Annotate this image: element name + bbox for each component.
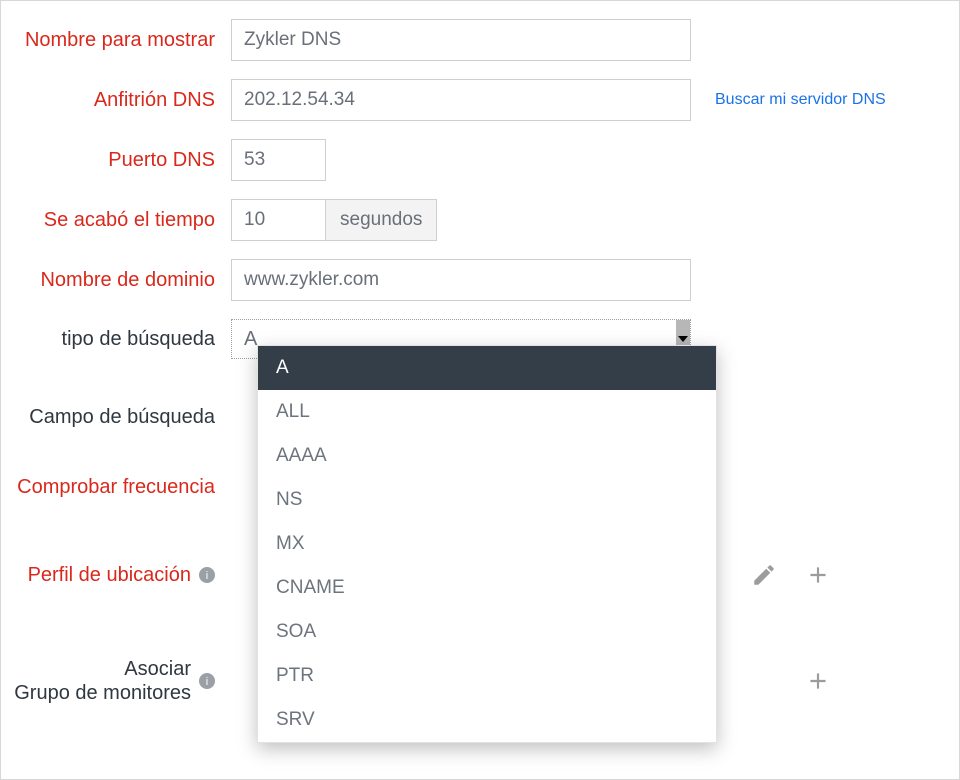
timeout-unit-label: segundos (325, 199, 437, 241)
svg-text:i: i (206, 570, 208, 582)
dns-host-input[interactable] (231, 79, 691, 121)
search-type-option[interactable]: AAAA (258, 434, 716, 478)
lookup-dns-link[interactable]: Buscar mi servidor DNS (715, 91, 886, 109)
row-dns-port: Puerto DNS (1, 139, 941, 181)
search-type-option[interactable]: A (258, 346, 716, 390)
label-timeout: Se acabó el tiempo (1, 208, 231, 232)
label-associate-monitor-group: Asociar Grupo de monitores i (1, 657, 231, 705)
display-name-input[interactable] (231, 19, 691, 61)
label-display-name: Nombre para mostrar (1, 28, 231, 52)
row-display-name: Nombre para mostrar (1, 19, 941, 61)
dns-monitor-form: Nombre para mostrar Anfitrión DNS Buscar… (0, 0, 960, 780)
label-search-field: Campo de búsqueda (1, 405, 231, 429)
search-type-option[interactable]: PTR (258, 654, 716, 698)
info-icon: i (199, 567, 215, 583)
timeout-input[interactable] (231, 199, 326, 241)
search-type-option[interactable]: CNAME (258, 566, 716, 610)
edit-location-profile-button[interactable] (751, 562, 777, 588)
label-check-frequency: Comprobar frecuencia (1, 475, 231, 499)
label-location-profile: Perfil de ubicación i (1, 563, 231, 587)
search-type-option[interactable]: SOA (258, 610, 716, 654)
dns-port-input[interactable] (231, 139, 326, 181)
domain-name-input[interactable] (231, 259, 691, 301)
info-icon: i (199, 673, 215, 689)
add-monitor-group-button[interactable] (805, 668, 831, 694)
search-type-dropdown[interactable]: AALLAAAANSMXCNAMESOAPTRSRV (257, 345, 717, 743)
row-domain-name: Nombre de dominio (1, 259, 941, 301)
label-dns-port: Puerto DNS (1, 148, 231, 172)
row-dns-host: Anfitrión DNS Buscar mi servidor DNS (1, 79, 941, 121)
row-timeout: Se acabó el tiempo segundos (1, 199, 941, 241)
label-dns-host: Anfitrión DNS (1, 88, 231, 112)
search-type-option[interactable]: SRV (258, 698, 716, 742)
add-location-profile-button[interactable] (805, 562, 831, 588)
svg-text:i: i (206, 676, 208, 688)
label-domain-name: Nombre de dominio (1, 268, 231, 292)
search-type-option[interactable]: NS (258, 478, 716, 522)
search-type-option[interactable]: ALL (258, 390, 716, 434)
search-type-option[interactable]: MX (258, 522, 716, 566)
label-search-type: tipo de búsqueda (1, 327, 231, 351)
search-type-value: A (244, 328, 257, 351)
